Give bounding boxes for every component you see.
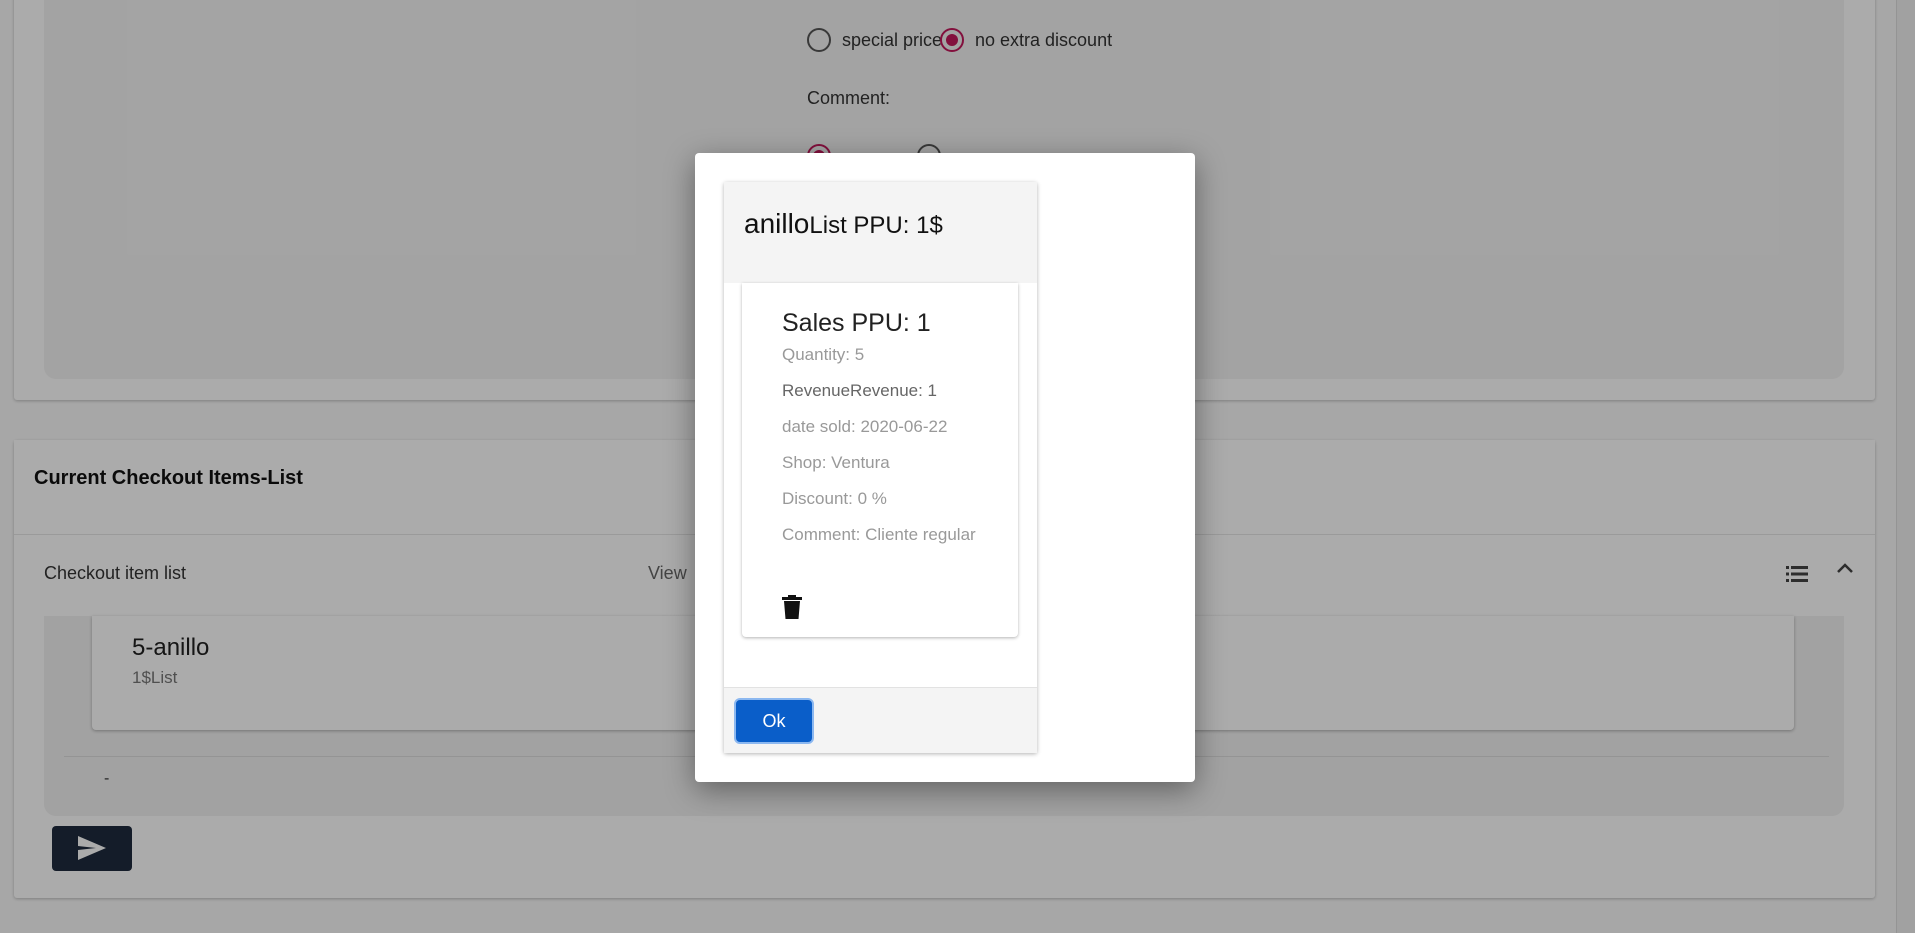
product-price-label: List PPU: 1$ <box>809 212 943 239</box>
product-footer: Ok <box>724 687 1037 753</box>
sale-shop: Shop: Ventura <box>782 453 890 472</box>
trash-icon[interactable] <box>782 595 802 619</box>
sale-quantity: Quantity: 5 <box>782 345 865 364</box>
sale-date: date sold: 2020-06-22 <box>782 417 948 436</box>
product-name: anillo <box>744 208 810 239</box>
sale-comment: Comment: Cliente regular <box>782 525 976 544</box>
ok-button[interactable]: Ok <box>734 698 814 744</box>
sale-discount: Discount: 0 % <box>782 489 887 508</box>
sale-card: Sales PPU: 1 Quantity: 5 RevenueRevenue:… <box>742 283 1018 637</box>
product-header: anilloList PPU: 1$ <box>724 182 1037 283</box>
product-dialog: anilloList PPU: 1$ Sales PPU: 1 Quantity… <box>695 153 1195 782</box>
sale-revenue: RevenueRevenue: 1 <box>782 381 938 400</box>
sale-title: Sales PPU: 1 <box>782 309 931 337</box>
product-title: anilloList PPU: 1$ <box>744 208 943 240</box>
product-card: anilloList PPU: 1$ Sales PPU: 1 Quantity… <box>724 182 1037 753</box>
